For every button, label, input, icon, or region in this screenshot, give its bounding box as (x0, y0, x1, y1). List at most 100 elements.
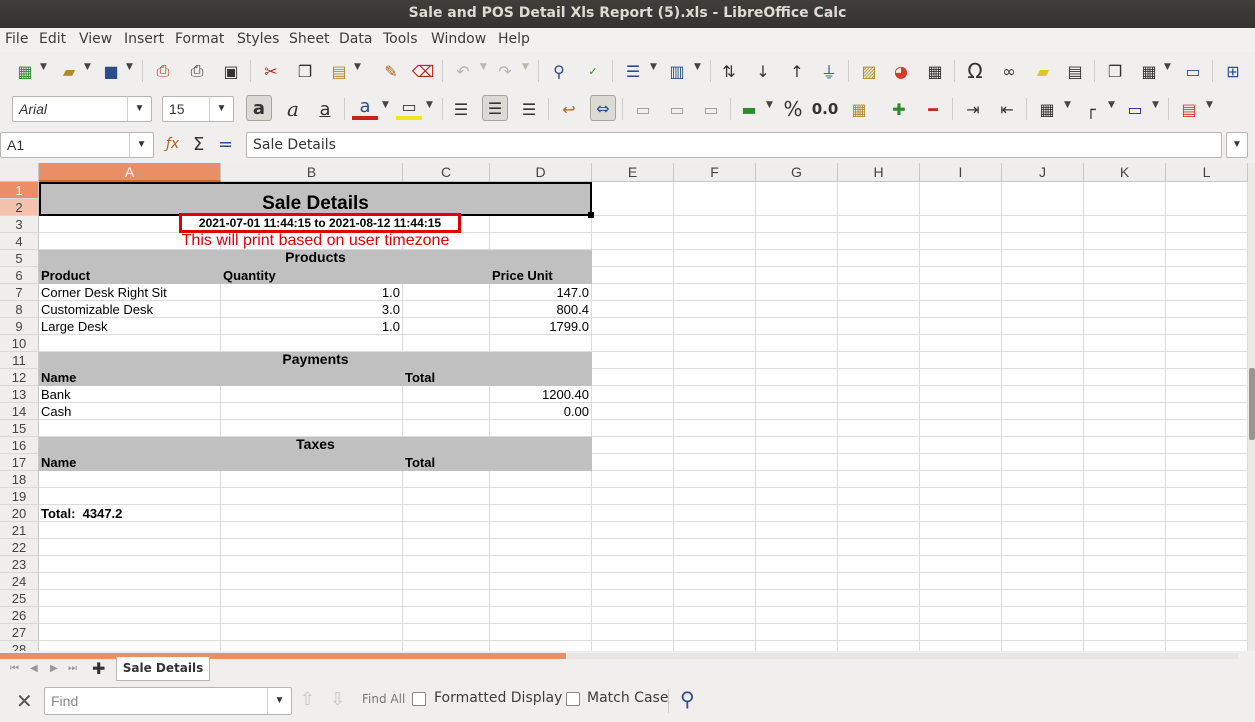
spreadsheet-grid[interactable]: A B C D E F G H I J K L 1 2 3 4 5 6 7 8 … (0, 163, 1248, 651)
find-history-dropdown-icon[interactable]: ▼ (267, 688, 291, 714)
product-qty[interactable]: 3.0 (221, 301, 400, 318)
font-name-box[interactable]: Arial ▼ (12, 96, 152, 122)
find-replace-icon[interactable]: ⚲ (546, 58, 572, 84)
row-header-2[interactable]: 2 (0, 199, 39, 216)
column-header-j[interactable]: J (1002, 163, 1084, 182)
column-header-k[interactable]: K (1084, 163, 1166, 182)
sort-descending-icon[interactable]: ↑ (784, 58, 810, 84)
menu-file[interactable]: File (5, 31, 28, 47)
row-header-8[interactable]: 8 (0, 301, 39, 318)
column-header-i[interactable]: I (920, 163, 1002, 182)
print-icon[interactable]: ⎙ (184, 58, 210, 84)
row-header-22[interactable]: 22 (0, 539, 39, 556)
spelling-icon[interactable]: ✓ (580, 58, 606, 84)
underline-icon[interactable]: a (312, 96, 338, 122)
payment-name[interactable]: Bank (41, 386, 71, 403)
row-header-27[interactable]: 27 (0, 624, 39, 641)
freeze-rows-columns-icon[interactable]: ▦ (1136, 58, 1162, 84)
define-print-area-icon[interactable]: ❐ (1102, 58, 1128, 84)
border-color-icon[interactable]: ▭ (1122, 96, 1148, 122)
copy-icon[interactable]: ❐ (292, 58, 318, 84)
font-color-dropdown-icon[interactable]: ▼ (382, 100, 389, 110)
font-size-box[interactable]: 15 ▼ (162, 96, 234, 122)
fill-handle[interactable] (588, 212, 594, 218)
column-header-l[interactable]: L (1166, 163, 1248, 182)
row-header-11[interactable]: 11 (0, 352, 39, 369)
border-style-dropdown-icon[interactable]: ▼ (1108, 100, 1115, 110)
row-header-10[interactable]: 10 (0, 335, 39, 352)
row-icon[interactable]: ☰ (620, 58, 646, 84)
hyperlink-icon[interactable]: ∞ (996, 58, 1022, 84)
row-header-4[interactable]: 4 (0, 233, 39, 250)
merge-center-icon[interactable]: ⇔ (590, 95, 616, 121)
add-sheet-icon[interactable]: ✚ (92, 659, 105, 678)
add-decimal-icon[interactable]: ✚ (886, 96, 912, 122)
find-input[interactable]: Find ▼ (44, 687, 292, 715)
row-dropdown-icon[interactable]: ▼ (650, 62, 657, 72)
payment-total[interactable]: 1200.40 (403, 386, 589, 403)
align-left-icon[interactable]: ☰ (448, 96, 474, 122)
align-right-icon[interactable]: ☰ (516, 96, 542, 122)
align-middle-icon[interactable]: ▭ (664, 96, 690, 122)
align-top-icon[interactable]: ▭ (630, 96, 656, 122)
product-qty[interactable]: 1.0 (221, 318, 400, 335)
column-header-a[interactable]: A (39, 163, 221, 182)
conditional-format-icon[interactable]: ▤ (1176, 96, 1202, 122)
payment-total[interactable]: 0.00 (403, 403, 589, 420)
find-previous-icon[interactable]: ⇧ (300, 689, 315, 710)
save-dropdown-icon[interactable]: ▼ (126, 62, 133, 72)
align-center-icon[interactable]: ☰ (482, 95, 508, 121)
wrap-text-icon[interactable]: ↩ (556, 96, 582, 122)
percent-format-icon[interactable]: % (780, 96, 806, 122)
last-sheet-icon[interactable]: ⏭ (68, 663, 77, 674)
highlight-dropdown-icon[interactable]: ▼ (426, 100, 433, 110)
save-icon[interactable]: ■ (98, 58, 124, 84)
split-window-icon[interactable]: ▭ (1180, 58, 1206, 84)
menu-format[interactable]: Format (175, 31, 224, 47)
product-qty[interactable]: 1.0 (221, 284, 400, 301)
row-header-5[interactable]: 5 (0, 250, 39, 267)
name-box-dropdown-icon[interactable]: ▼ (129, 133, 153, 157)
menu-styles[interactable]: Styles (237, 31, 279, 47)
highlight-color-icon[interactable]: ▭ (396, 96, 422, 120)
number-format-icon[interactable]: 0.0 (812, 96, 839, 122)
open-folder-icon[interactable]: ▰ (56, 58, 82, 84)
row-header-20[interactable]: 20 (0, 505, 39, 522)
expand-formula-bar[interactable]: ▼ (1226, 132, 1248, 158)
menu-edit[interactable]: Edit (39, 31, 66, 47)
menu-window[interactable]: Window (431, 31, 486, 47)
column-icon[interactable]: ▥ (664, 58, 690, 84)
row-header-16[interactable]: 16 (0, 437, 39, 454)
row-header-13[interactable]: 13 (0, 386, 39, 403)
undo-icon[interactable]: ↶ (450, 58, 476, 84)
horizontal-scrollbar[interactable] (566, 653, 1238, 659)
first-sheet-icon[interactable]: ⏮ (10, 663, 19, 674)
column-header-d[interactable]: D (490, 163, 592, 182)
column-header-b[interactable]: B (221, 163, 403, 182)
column-header-g[interactable]: G (756, 163, 838, 182)
row-header-17[interactable]: 17 (0, 454, 39, 471)
row-header-1[interactable]: 1 (0, 182, 39, 199)
comment-icon[interactable]: ▰ (1030, 58, 1056, 84)
image-icon[interactable]: ▨ (856, 58, 882, 84)
name-box[interactable]: A1 ▼ (0, 132, 154, 158)
border-color-dropdown-icon[interactable]: ▼ (1152, 100, 1159, 110)
prev-sheet-icon[interactable]: ◀ (30, 663, 38, 674)
headers-footers-icon[interactable]: ▤ (1062, 58, 1088, 84)
freeze-dropdown-icon[interactable]: ▼ (1164, 62, 1171, 72)
menu-insert[interactable]: Insert (124, 31, 164, 47)
menu-help[interactable]: Help (498, 31, 530, 47)
delete-decimal-icon[interactable]: ━ (920, 96, 946, 122)
payment-name[interactable]: Cash (41, 403, 71, 420)
font-name-dropdown-icon[interactable]: ▼ (127, 97, 151, 121)
row-header-6[interactable]: 6 (0, 267, 39, 284)
row-header-7[interactable]: 7 (0, 284, 39, 301)
column-dropdown-icon[interactable]: ▼ (694, 62, 701, 72)
paste-dropdown-icon[interactable]: ▼ (354, 62, 361, 72)
product-name[interactable]: Large Desk (41, 318, 107, 335)
row-header-12[interactable]: 12 (0, 369, 39, 386)
horizontal-scrollbar-thumb[interactable] (0, 653, 566, 659)
date-format-icon[interactable]: ▦ (846, 96, 872, 122)
vertical-scrollbar[interactable] (1248, 163, 1255, 651)
row-header-9[interactable]: 9 (0, 318, 39, 335)
